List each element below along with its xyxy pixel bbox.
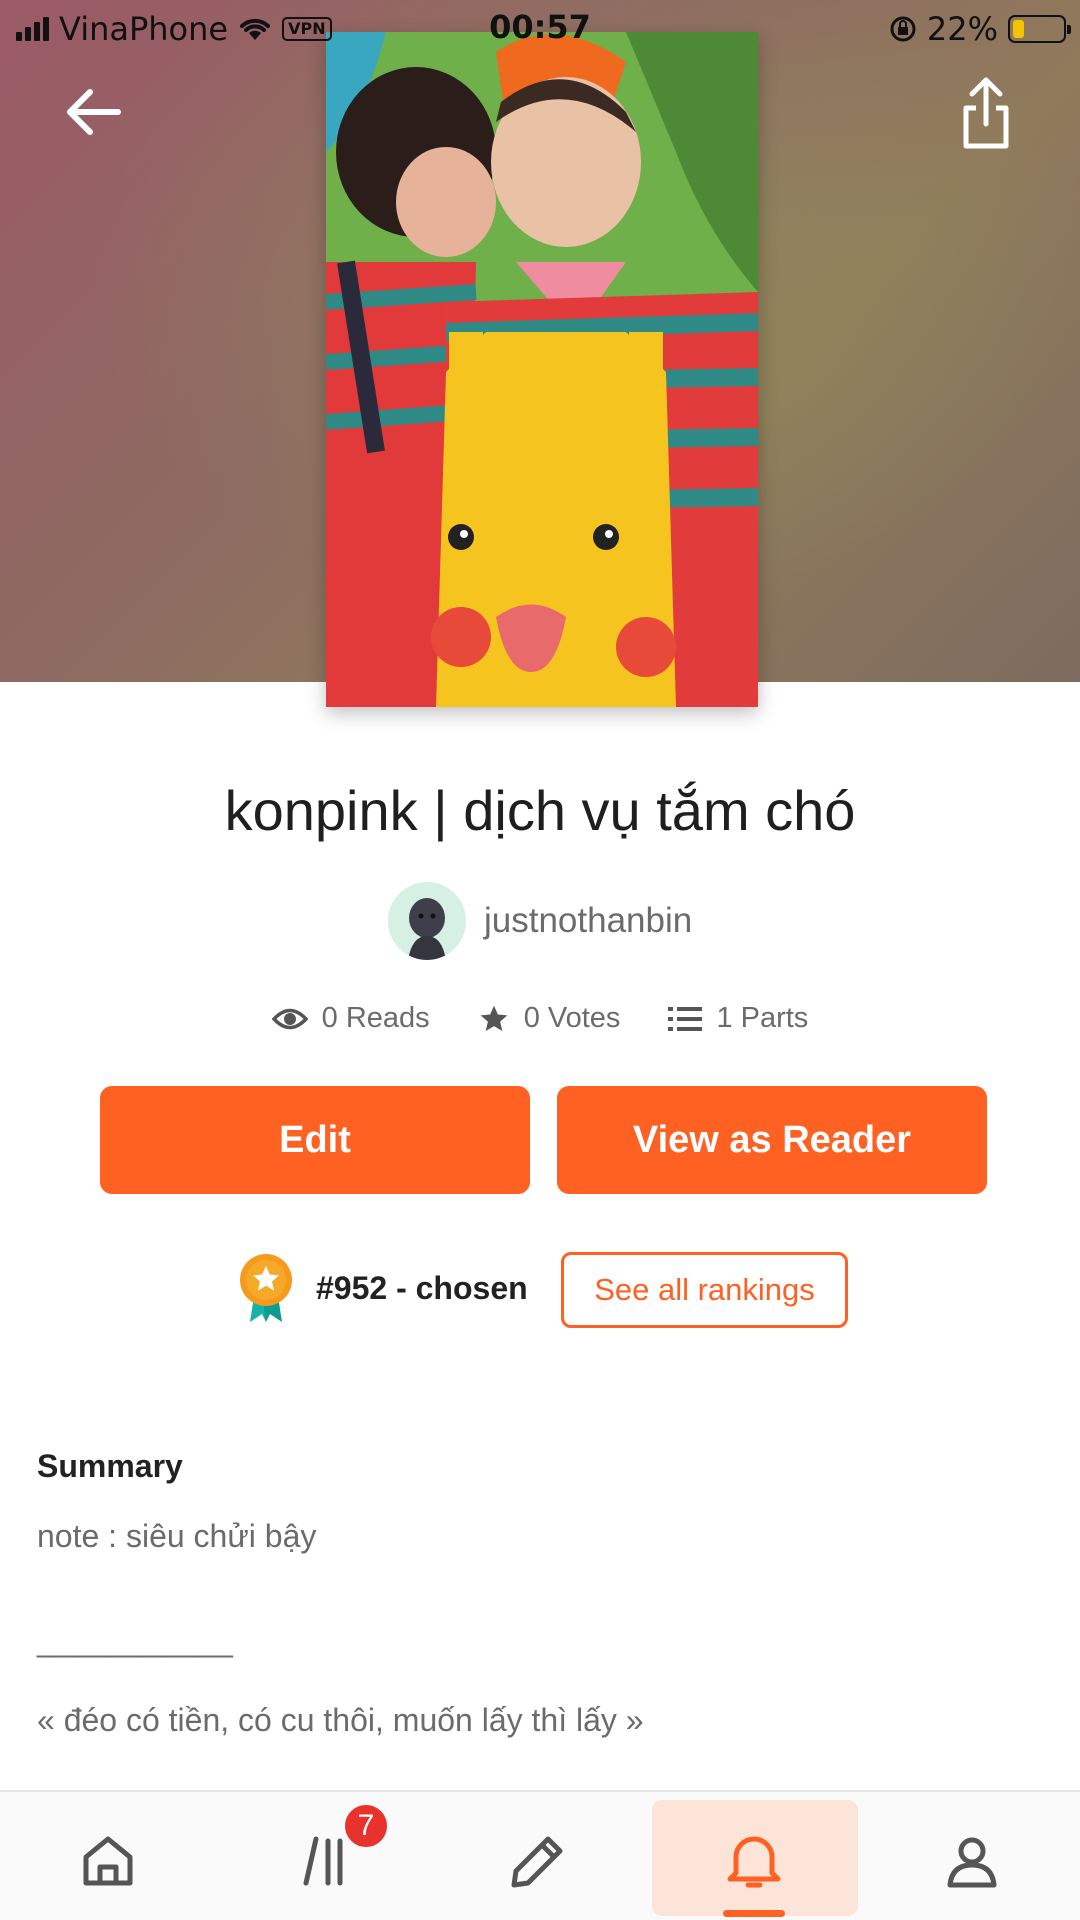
view-as-reader-button[interactable]: View as Reader — [557, 1086, 987, 1194]
rotation-lock-icon — [890, 16, 916, 42]
ranking-text: #952 - chosen — [316, 1269, 528, 1306]
pencil-icon — [511, 1836, 563, 1888]
votes-stat: 0 Votes — [478, 1002, 621, 1035]
bottom-nav: 7 — [0, 1790, 1080, 1920]
list-icon — [668, 1006, 703, 1031]
summary-line: note : siêu chửi bậy — [37, 1518, 317, 1554]
tab-notifications[interactable] — [694, 1806, 814, 1916]
arrow-left-icon — [67, 89, 121, 135]
battery-percent: 22% — [926, 10, 998, 48]
summary-line: « đéo có tiền, có cu thôi, muốn lấy thì … — [37, 1702, 644, 1738]
home-icon — [83, 1836, 133, 1886]
share-button[interactable] — [954, 74, 1018, 154]
parts-stat: 1 Parts — [668, 1002, 808, 1035]
summary-heading: Summary — [37, 1448, 183, 1484]
ranking-medal-icon — [240, 1254, 292, 1322]
edit-button[interactable]: Edit — [100, 1086, 530, 1194]
tab-home[interactable] — [48, 1806, 168, 1916]
status-bar: VinaPhone VPN 00:57 22% — [0, 0, 1080, 56]
avatar[interactable] — [388, 882, 466, 960]
parts-count: 1 Parts — [716, 1002, 809, 1034]
reads-stat: 0 Reads — [271, 1002, 430, 1035]
battery-fill — [1013, 20, 1024, 38]
eye-icon — [271, 1008, 308, 1029]
see-all-rankings-button[interactable]: See all rankings — [561, 1252, 848, 1328]
votes-count: 0 Votes — [523, 1002, 621, 1034]
battery-icon — [1008, 15, 1071, 43]
library-badge: 7 — [342, 1802, 390, 1850]
star-icon — [480, 1005, 508, 1031]
story-cover-image — [326, 32, 758, 707]
author-row[interactable]: justnothanbin — [388, 882, 692, 960]
author-name[interactable]: justnothanbin — [484, 901, 692, 941]
bell-icon — [727, 1836, 781, 1888]
story-stats: 0 Reads 0 Votes 1 Parts — [0, 1002, 1080, 1035]
tab-profile[interactable] — [912, 1806, 1032, 1916]
tab-write[interactable] — [478, 1806, 598, 1916]
story-title: konpink | dịch vụ tắm chó — [224, 779, 856, 842]
ranking-row: #952 - chosen — [236, 1252, 528, 1324]
reads-count: 0 Reads — [321, 1002, 430, 1034]
profile-icon — [947, 1837, 997, 1888]
back-button[interactable] — [62, 80, 126, 144]
summary-divider-line: ___________ — [37, 1622, 233, 1658]
share-icon — [963, 77, 1009, 149]
